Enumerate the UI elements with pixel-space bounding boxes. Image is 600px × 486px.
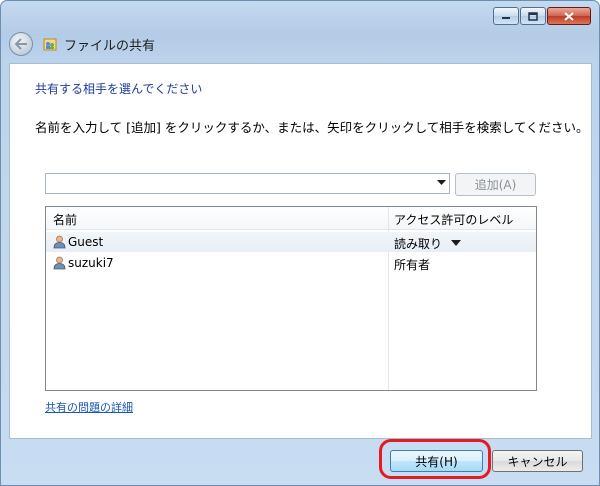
permission-level[interactable]: 読み取り: [394, 235, 442, 252]
share-button[interactable]: 共有(H): [390, 450, 483, 472]
user-name: suzuki7: [68, 256, 114, 270]
dropdown-arrow-icon[interactable]: [437, 180, 446, 186]
user-permission-list: 名前 アクセス許可のレベル Guest 読み取り suzuki7 所有者: [45, 206, 537, 391]
name-combo-box[interactable]: [45, 173, 450, 194]
file-share-icon: [43, 38, 57, 51]
close-icon: [564, 11, 574, 21]
name-input[interactable]: [48, 175, 432, 194]
add-button[interactable]: 追加(A): [455, 173, 536, 196]
window-title: ファイルの共有: [64, 38, 156, 54]
back-button[interactable]: [9, 32, 33, 56]
permission-dropdown-icon[interactable]: [451, 240, 461, 246]
window-controls: [493, 7, 591, 25]
minimize-icon: [502, 17, 510, 19]
user-icon: [53, 235, 66, 249]
maximize-button[interactable]: [520, 7, 546, 25]
share-dialog-window: ファイルの共有 共有する相手を選んでください 名前を入力して [追加] をクリッ…: [0, 0, 600, 486]
permission-level: 所有者: [394, 258, 431, 272]
back-arrow-icon: [14, 38, 27, 50]
maximize-icon: [528, 11, 538, 21]
list-item-suzuki7[interactable]: suzuki7 所有者: [46, 253, 536, 273]
instruction-text: 共有する相手を選んでください: [35, 82, 203, 96]
cancel-button[interactable]: キャンセル: [492, 450, 583, 472]
list-header: 名前 アクセス許可のレベル: [46, 207, 536, 230]
dialog-header: ファイルの共有: [9, 32, 155, 56]
close-button[interactable]: [547, 7, 591, 25]
user-icon: [53, 256, 66, 270]
sharing-help-link[interactable]: 共有の問題の詳細: [45, 399, 133, 415]
description-text: 名前を入力して [追加] をクリックするか、または、矢印をクリックして相手を検索…: [35, 120, 589, 135]
minimize-button[interactable]: [493, 7, 519, 25]
column-header-name[interactable]: 名前: [53, 211, 77, 228]
list-item-guest[interactable]: Guest 読み取り: [46, 232, 536, 252]
column-header-permission[interactable]: アクセス許可のレベル: [394, 211, 513, 228]
user-name: Guest: [68, 235, 104, 249]
